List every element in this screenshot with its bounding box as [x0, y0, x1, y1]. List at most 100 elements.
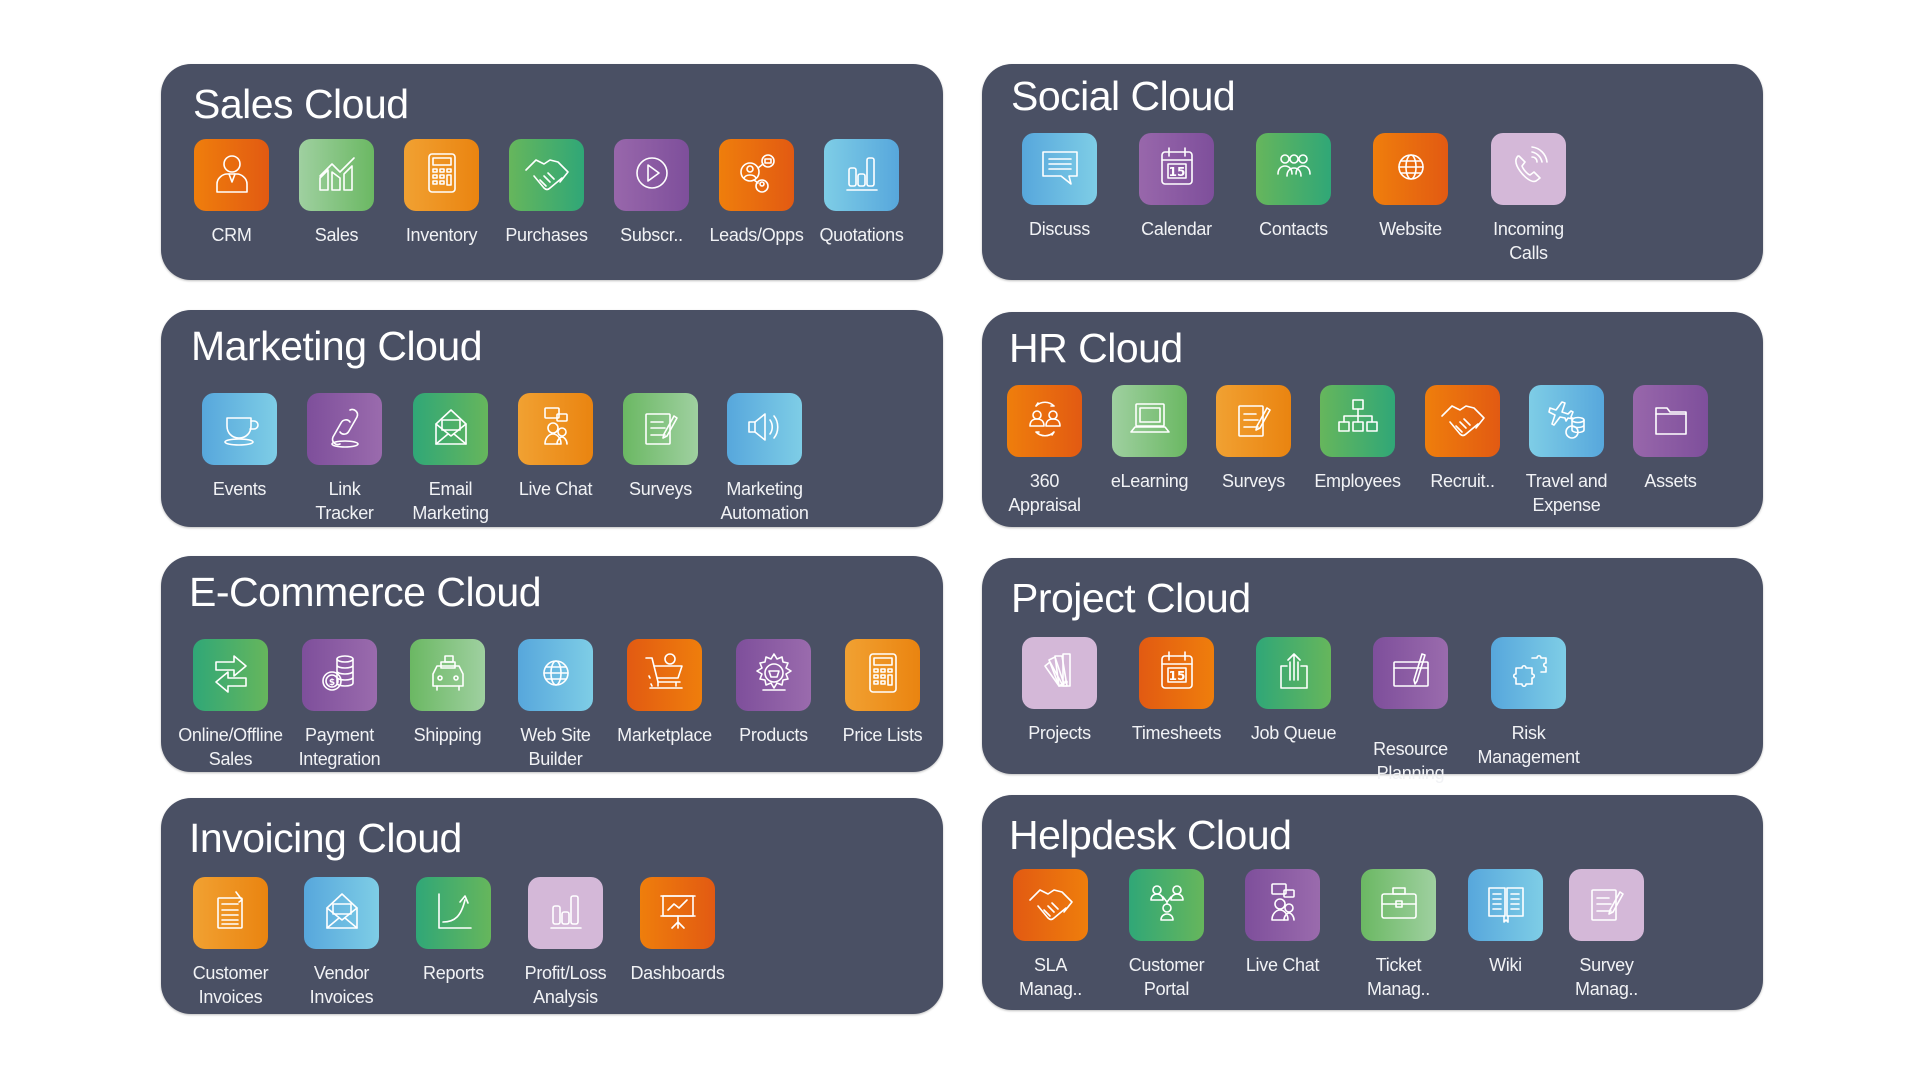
app-live-chat[interactable]: Live Chat: [518, 393, 593, 499]
app-tile[interactable]: [416, 877, 491, 949]
app-subscr[interactable]: Subscr..: [614, 139, 689, 245]
app-tile[interactable]: [1373, 133, 1448, 205]
puzzle-icon: [1504, 646, 1554, 701]
envelope-open-icon: [426, 402, 476, 457]
app-online-offline-sales[interactable]: Online/Offline Sales: [178, 639, 283, 769]
app-surveys[interactable]: Surveys: [623, 393, 698, 499]
app-risk-management[interactable]: Risk Management: [1477, 637, 1580, 767]
app-quotations[interactable]: Quotations: [819, 139, 904, 245]
app-sales[interactable]: Sales: [299, 139, 374, 245]
app-payment-integration[interactable]: $ Payment Integration: [299, 639, 381, 769]
app-tile[interactable]: [824, 139, 899, 211]
app-tile[interactable]: [736, 639, 811, 711]
app-tile[interactable]: [194, 139, 269, 211]
app-projects[interactable]: Projects: [1022, 637, 1097, 743]
app-tile[interactable]: $: [302, 639, 377, 711]
app-website[interactable]: Website: [1373, 133, 1448, 239]
app-tile[interactable]: [307, 393, 382, 465]
app-elearning[interactable]: eLearning: [1111, 385, 1188, 491]
app-surveys[interactable]: Surveys: [1216, 385, 1291, 491]
app-tile[interactable]: [1361, 869, 1436, 941]
app-tile[interactable]: [719, 139, 794, 211]
app-tile[interactable]: [193, 877, 268, 949]
app-leads-opps[interactable]: Leads/Opps: [709, 139, 804, 245]
app-tile[interactable]: [1529, 385, 1604, 457]
app-profit-loss-analysis[interactable]: Profit/Loss Analysis: [525, 877, 607, 1007]
app-tile[interactable]: 15: [1139, 637, 1214, 709]
app-tile[interactable]: [528, 877, 603, 949]
app-tile[interactable]: [1013, 869, 1088, 941]
app-tile[interactable]: [1216, 385, 1291, 457]
app-tile[interactable]: [623, 393, 698, 465]
app-tile[interactable]: [410, 639, 485, 711]
app-purchases[interactable]: Purchases: [505, 139, 588, 245]
app-discuss[interactable]: Discuss: [1022, 133, 1097, 239]
app-travel-and-expense[interactable]: Travel and Expense: [1526, 385, 1607, 515]
app-vendor-invoices[interactable]: Vendor Invoices: [304, 877, 379, 1007]
app-timesheets[interactable]: 15 Timesheets: [1132, 637, 1221, 743]
app-tile[interactable]: [1112, 385, 1187, 457]
app-customer-invoices[interactable]: Customer Invoices: [193, 877, 269, 1007]
app-tile[interactable]: [1256, 133, 1331, 205]
app-employees[interactable]: Employees: [1314, 385, 1401, 491]
app-tile[interactable]: [1633, 385, 1708, 457]
app-tile[interactable]: [727, 393, 802, 465]
app-reports[interactable]: Reports: [416, 877, 491, 983]
swatch-fan-icon: [1035, 646, 1085, 701]
app-tile[interactable]: [193, 639, 268, 711]
app-tile[interactable]: [1425, 385, 1500, 457]
app-360-appraisal[interactable]: 360 Appraisal: [1007, 385, 1082, 515]
app-tile[interactable]: [640, 877, 715, 949]
app-tile[interactable]: [1569, 869, 1644, 941]
app-tile[interactable]: [413, 393, 488, 465]
app-incoming-calls[interactable]: Incoming Calls: [1491, 133, 1566, 263]
app-tile[interactable]: [614, 139, 689, 211]
app-tile[interactable]: [845, 639, 920, 711]
app-marketing-automation[interactable]: Marketing Automation: [720, 393, 809, 523]
app-recruit[interactable]: Recruit..: [1425, 385, 1500, 491]
app-tile[interactable]: [202, 393, 277, 465]
app-tile[interactable]: [518, 639, 593, 711]
app-assets[interactable]: Assets: [1633, 385, 1708, 491]
app-tile[interactable]: [509, 139, 584, 211]
app-dashboards[interactable]: Dashboards: [630, 877, 725, 983]
app-tile[interactable]: [1129, 869, 1204, 941]
bar-chart-icon: [541, 886, 591, 941]
app-tile[interactable]: [1491, 637, 1566, 709]
app-sla-manag[interactable]: SLA Manag..: [1013, 869, 1088, 999]
app-price-lists[interactable]: Price Lists: [843, 639, 923, 745]
app-tile[interactable]: [1022, 133, 1097, 205]
app-crm[interactable]: CRM: [194, 139, 269, 245]
app-tile[interactable]: [1320, 385, 1395, 457]
app-tile[interactable]: [299, 139, 374, 211]
app-tile[interactable]: [404, 139, 479, 211]
app-tile[interactable]: [1022, 637, 1097, 709]
app-live-chat[interactable]: Live Chat: [1245, 869, 1320, 975]
app-tile[interactable]: [1007, 385, 1082, 457]
app-tile[interactable]: [1468, 869, 1543, 941]
app-tile[interactable]: [1373, 637, 1448, 709]
app-contacts[interactable]: Contacts: [1256, 133, 1331, 239]
app-tile[interactable]: [304, 877, 379, 949]
app-tile[interactable]: 15: [1139, 133, 1214, 205]
app-resource-planning[interactable]: Resource Planning: [1373, 637, 1448, 783]
app-calendar[interactable]: 15 Calendar: [1139, 133, 1214, 239]
app-survey-manag[interactable]: Survey Manag..: [1569, 869, 1644, 999]
app-job-queue[interactable]: Job Queue: [1251, 637, 1336, 743]
app-shipping[interactable]: Shipping: [410, 639, 485, 745]
app-email-marketing[interactable]: Email Marketing: [412, 393, 489, 523]
app-tile[interactable]: [1245, 869, 1320, 941]
app-ticket-manag[interactable]: Ticket Manag..: [1361, 869, 1436, 999]
app-customer-portal[interactable]: Customer Portal: [1129, 869, 1205, 999]
app-link-tracker[interactable]: Link Tracker: [307, 393, 382, 523]
app-marketplace[interactable]: Marketplace: [617, 639, 712, 745]
app-web-site-builder[interactable]: Web Site Builder: [518, 639, 593, 769]
app-wiki[interactable]: Wiki: [1468, 869, 1543, 975]
app-tile[interactable]: [518, 393, 593, 465]
app-tile[interactable]: [1491, 133, 1566, 205]
app-inventory[interactable]: Inventory: [404, 139, 479, 245]
app-events[interactable]: Events: [202, 393, 277, 499]
app-products[interactable]: Products: [736, 639, 811, 745]
app-tile[interactable]: [1256, 637, 1331, 709]
app-tile[interactable]: [627, 639, 702, 711]
